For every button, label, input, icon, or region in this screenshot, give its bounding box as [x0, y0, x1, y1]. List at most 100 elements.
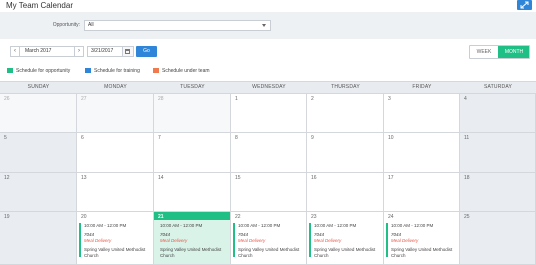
event-type: Meal Delivery	[391, 238, 419, 243]
calendar-day[interactable]: 26	[0, 94, 77, 133]
day-header	[384, 173, 459, 181]
chevron-down-icon	[262, 24, 266, 27]
calendar-day[interactable]: 11	[460, 133, 536, 173]
legend-swatch	[153, 68, 159, 73]
day-header	[231, 133, 306, 141]
calendar-day[interactable]: 4	[460, 94, 536, 133]
weekday-friday: FRIDAY	[412, 84, 432, 90]
day-header	[384, 212, 459, 220]
date-input[interactable]: 3/21/2017	[87, 46, 123, 57]
calendar-toolbar: ‹ March 2017 › 3/21/2017 Go WEEK MONTH	[0, 40, 536, 64]
calendar-event[interactable]: 10:00 AM - 12:00 PM 7044 Meal Delivery Spri…	[309, 223, 381, 258]
go-button[interactable]: Go	[136, 46, 157, 57]
calendar-day[interactable]: 20 10:00 AM - 12:00 PM 7044 Meal Delivery Sp…	[77, 212, 154, 265]
calendar-day[interactable]: 24 10:00 AM - 12:00 PM 7044 Meal Delivery Sp…	[384, 212, 460, 265]
day-number: 1	[235, 96, 238, 102]
event-location: Spring Valley United Methodist Church	[160, 247, 222, 258]
calendar-day[interactable]: 16	[307, 173, 384, 212]
expand-icon	[520, 1, 529, 9]
day-header	[231, 94, 306, 102]
day-number: 3	[388, 96, 391, 102]
day-header	[154, 212, 230, 220]
day-header	[307, 133, 383, 141]
weekday-wednesday: WEDNESDAY	[252, 84, 286, 90]
day-header	[460, 133, 535, 141]
day-header	[0, 94, 76, 102]
legend-item-opportunity: Schedule for opportunity	[7, 67, 70, 75]
opportunity-select[interactable]: All	[84, 20, 271, 31]
day-number: 21	[158, 214, 164, 220]
calendar-day[interactable]: 2	[307, 94, 384, 133]
calendar-day[interactable]: 15	[231, 173, 307, 212]
calendar-day[interactable]: 3	[384, 94, 460, 133]
weekday-saturday: SATURDAY	[483, 84, 513, 90]
day-number: 12	[4, 175, 10, 181]
day-number: 25	[464, 214, 470, 220]
event-time: 10:00 AM - 12:00 PM	[391, 223, 434, 228]
day-header	[307, 212, 383, 220]
calendar-day[interactable]: 14	[154, 173, 231, 212]
date-picker-button[interactable]	[123, 46, 134, 57]
calendar-day[interactable]: 23 10:00 AM - 12:00 PM 7044 Meal Delivery Sp…	[307, 212, 384, 265]
day-header	[231, 212, 306, 220]
calendar-event[interactable]: 10:00 AM - 12:00 PM 7044 Meal Delivery Spri…	[386, 223, 457, 258]
title-bar: My Team Calendar	[0, 0, 536, 11]
day-header	[0, 133, 76, 141]
calendar-day[interactable]: 6	[77, 133, 154, 173]
day-header	[460, 94, 535, 102]
calendar-icon	[125, 49, 130, 54]
day-header	[77, 94, 153, 102]
legend: Schedule for opportunity Schedule for tr…	[0, 64, 536, 78]
calendar-day[interactable]: 8	[231, 133, 307, 173]
calendar-day[interactable]: 5	[0, 133, 77, 173]
calendar-day[interactable]: 1	[231, 94, 307, 133]
legend-label: Schedule for opportunity	[16, 68, 71, 74]
calendar-event[interactable]: 10:00 AM - 12:00 PM 7044 Meal Delivery Spri…	[233, 223, 304, 258]
event-time: 10:00 AM - 12:00 PM	[238, 223, 281, 228]
day-number: 28	[158, 96, 164, 102]
opportunity-label: Opportunity:	[52, 22, 80, 28]
calendar-event[interactable]: 10:00 AM - 12:00 PM 7044 Meal Delivery Spri…	[157, 223, 228, 258]
calendar-day[interactable]: 7	[154, 133, 231, 173]
day-number: 15	[235, 175, 241, 181]
expand-button[interactable]	[517, 0, 532, 10]
calendar-day[interactable]: 27	[77, 94, 154, 133]
month-calendar: SUNDAY MONDAY TUESDAY WEDNESDAY THURSDAY FRID…	[0, 81, 536, 265]
month-view-button[interactable]: MONTH	[498, 46, 529, 58]
legend-item-training: Schedule for training	[85, 67, 140, 75]
calendar-day[interactable]: 10	[384, 133, 460, 173]
calendar-day[interactable]: 19	[0, 212, 77, 265]
week-view-button[interactable]: WEEK	[470, 46, 498, 58]
calendar-day[interactable]: 28	[154, 94, 231, 133]
day-number: 6	[81, 135, 84, 141]
calendar-day[interactable]: 25	[460, 212, 536, 265]
calendar-day[interactable]: 22 10:00 AM - 12:00 PM 7044 Meal Delivery Sp…	[231, 212, 307, 265]
event-location: Spring Valley United Methodist Church	[238, 247, 300, 258]
day-number: 23	[311, 214, 317, 220]
calendar-day-today[interactable]: 21 10:00 AM - 12:00 PM 7044 Meal Delivery Sp…	[154, 212, 231, 265]
legend-item-team: Schedule under team	[153, 67, 210, 75]
current-month-label: March 2017	[20, 46, 74, 57]
prev-month-button[interactable]: ‹	[10, 46, 20, 57]
day-header	[460, 212, 535, 220]
event-location: Spring Valley United Methodist Church	[84, 247, 146, 258]
view-toggle: WEEK MONTH	[469, 45, 530, 59]
calendar-day[interactable]: 13	[77, 173, 154, 212]
day-header	[0, 173, 76, 181]
legend-swatch	[7, 68, 13, 73]
calendar-day[interactable]: 12	[0, 173, 77, 212]
calendar-day[interactable]: 9	[307, 133, 384, 173]
calendar-day[interactable]: 18	[460, 173, 536, 212]
weekday-thursday: THURSDAY	[331, 84, 360, 90]
filter-bar: Opportunity: All	[0, 12, 536, 39]
next-month-button[interactable]: ›	[74, 46, 84, 57]
calendar-day[interactable]: 17	[384, 173, 460, 212]
weekday-header-row: SUNDAY MONDAY TUESDAY WEDNESDAY THURSDAY FRID…	[0, 81, 536, 94]
legend-swatch	[85, 68, 91, 73]
day-header	[77, 212, 153, 220]
opportunity-select-value: All	[88, 22, 94, 28]
day-header	[0, 212, 76, 220]
day-header	[307, 173, 383, 181]
day-number: 10	[388, 135, 394, 141]
calendar-event[interactable]: 10:00 AM - 12:00 PM 7044 Meal Delivery Spri…	[79, 223, 151, 258]
